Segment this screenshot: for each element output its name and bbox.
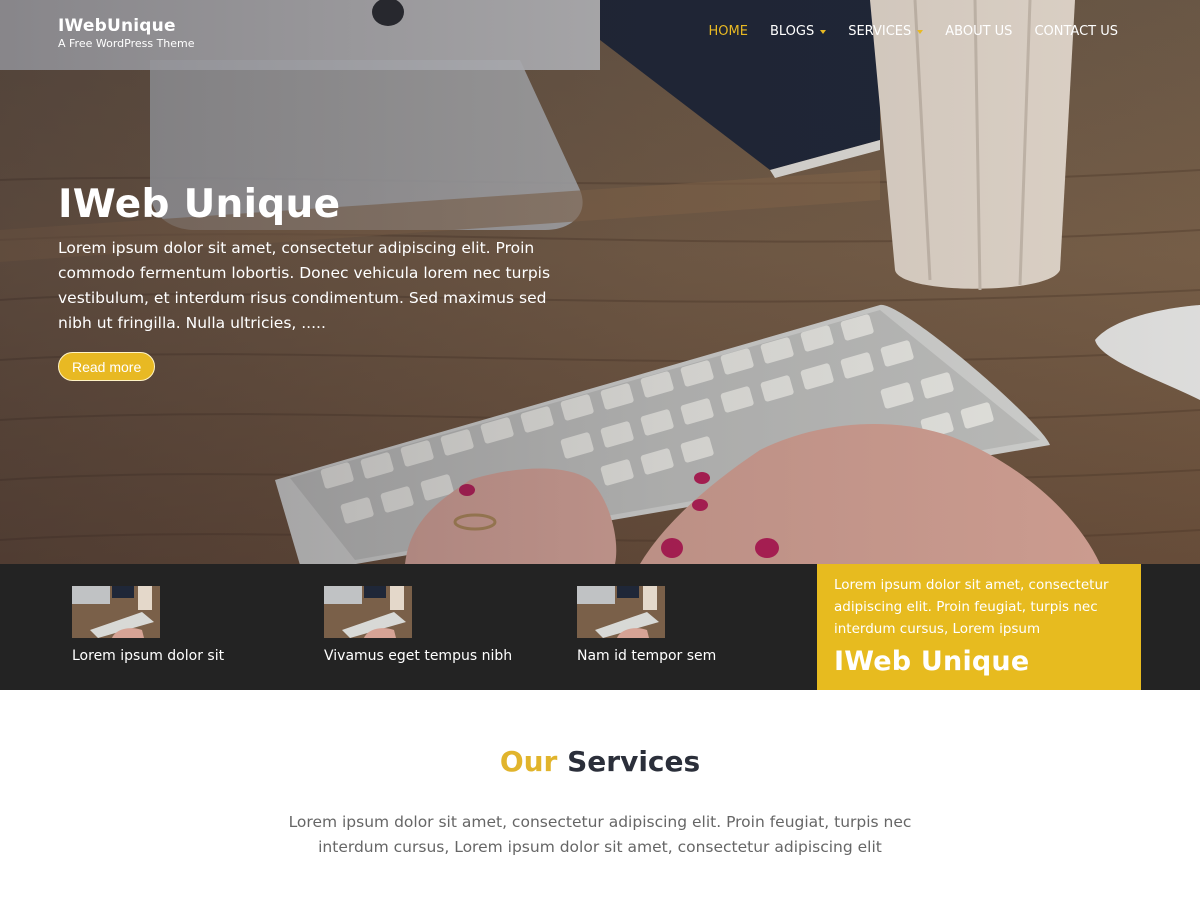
feature-thumbnail-image[interactable]	[577, 586, 665, 638]
nav-services[interactable]: SERVICES	[848, 24, 924, 40]
feature-card-label[interactable]: Lorem ipsum dolor sit	[72, 648, 224, 664]
read-more-button[interactable]: Read more	[58, 352, 156, 381]
feature-strip: Lorem ipsum dolor sit Vivamus eget tempu…	[0, 564, 1200, 690]
nav-home[interactable]: HOME	[708, 24, 747, 40]
nav-blogs[interactable]: BLOGS	[769, 24, 827, 40]
feature-card[interactable]: Lorem ipsum dolor sit	[72, 586, 224, 664]
services-description: Lorem ipsum dolor sit amet, consectetur …	[288, 813, 912, 856]
chevron-down-icon	[820, 30, 827, 34]
main-navigation: HOME BLOGS SERVICES ABOUT US CONTACT US	[708, 24, 1118, 40]
feature-thumbnail-image[interactable]	[324, 586, 412, 638]
nav-contact-us[interactable]: CONTACT US	[1034, 24, 1118, 40]
services-heading-rest: Services	[567, 745, 701, 778]
feature-card[interactable]: Nam id tempor sem	[577, 586, 716, 664]
highlight-box: Lorem ipsum dolor sit amet, consectetur …	[817, 564, 1141, 690]
nav-about-us[interactable]: ABOUT US	[945, 24, 1012, 40]
nav-home-label: HOME	[708, 24, 748, 39]
site-title[interactable]: IWebUnique	[58, 16, 195, 36]
site-branding[interactable]: IWebUnique A Free WordPress Theme	[58, 16, 195, 52]
feature-card-label[interactable]: Nam id tempor sem	[577, 648, 716, 664]
site-tagline: A Free WordPress Theme	[58, 37, 195, 50]
nav-about-label: ABOUT US	[945, 24, 1013, 39]
hero-banner: IWebUnique A Free WordPress Theme HOME B…	[0, 0, 1200, 564]
feature-thumbnail-image[interactable]	[72, 586, 160, 638]
hero-description: Lorem ipsum dolor sit amet, consectetur …	[58, 239, 551, 332]
hero-title: IWeb Unique	[58, 182, 341, 227]
feature-card[interactable]: Vivamus eget tempus nibh	[324, 586, 512, 664]
chevron-down-icon	[917, 30, 924, 34]
nav-services-label: SERVICES	[848, 24, 912, 39]
nav-contact-label: CONTACT US	[1034, 24, 1118, 39]
nav-blogs-label: BLOGS	[769, 24, 815, 39]
services-heading: Our Services	[0, 745, 1200, 778]
highlight-description: Lorem ipsum dolor sit amet, consectetur …	[834, 577, 1109, 637]
highlight-title: IWeb Unique	[834, 646, 1030, 677]
feature-card-label[interactable]: Vivamus eget tempus nibh	[324, 648, 512, 664]
services-heading-accent: Our	[499, 745, 558, 778]
